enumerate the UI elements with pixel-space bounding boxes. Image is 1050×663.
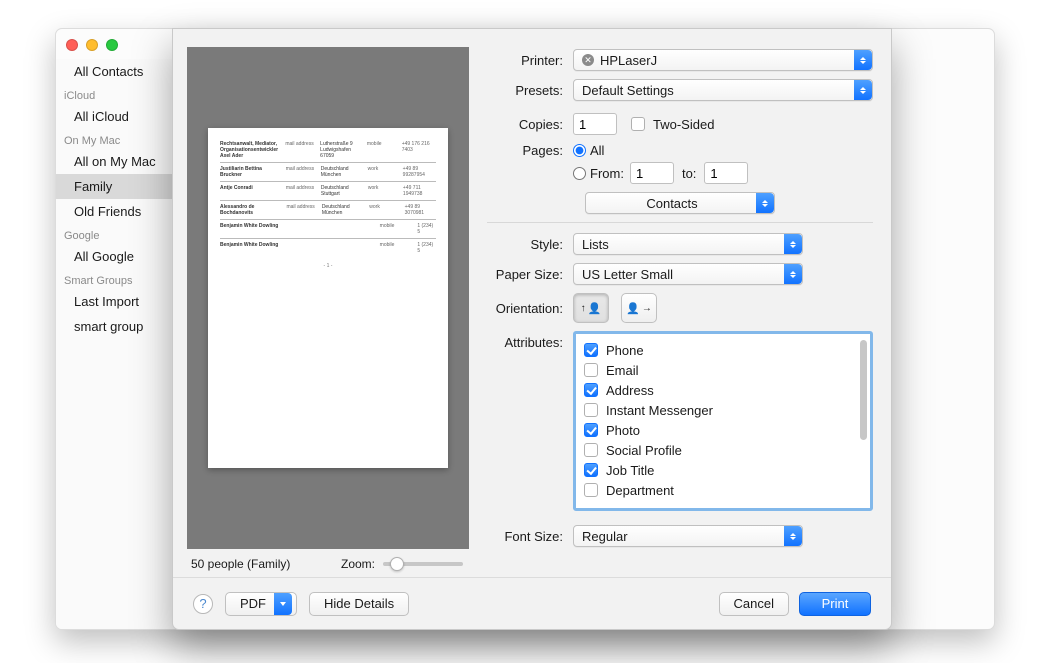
printer-label: Printer: xyxy=(487,53,573,68)
pdf-menu-button[interactable]: PDF xyxy=(225,592,297,616)
sidebar-item-all-contacts[interactable]: All Contacts xyxy=(56,59,180,84)
preview-entry: Benjamin White Dowlingmobile1 (234) 5 xyxy=(220,219,436,238)
attribute-label: Address xyxy=(606,383,654,398)
two-sided-label: Two-Sided xyxy=(653,117,714,132)
sidebar-item[interactable]: smart group xyxy=(56,314,180,339)
preview-entry: Justiliarin Bettina Brucknermail address… xyxy=(220,162,436,181)
attribute-checkbox[interactable] xyxy=(584,463,598,477)
sidebar-group-header: Google xyxy=(56,224,180,244)
zoom-window-button[interactable] xyxy=(106,39,118,51)
paper-size-value: US Letter Small xyxy=(582,267,673,282)
pages-from-input[interactable] xyxy=(630,162,674,184)
print-button[interactable]: Print xyxy=(799,592,871,616)
attribute-item[interactable]: Email xyxy=(582,360,864,380)
minimize-window-button[interactable] xyxy=(86,39,98,51)
orientation-landscape-button[interactable]: 👤→ xyxy=(621,293,657,323)
attribute-label: Email xyxy=(606,363,639,378)
attribute-item[interactable]: Department xyxy=(582,480,864,500)
attributes-list[interactable]: Phone Email Address Instant Messenger Photo S… xyxy=(573,331,873,511)
print-preview-area: Rechtsanwalt, Mediator, Organisationsent… xyxy=(187,47,469,549)
attribute-checkbox[interactable] xyxy=(584,343,598,357)
sidebar-item[interactable]: Family xyxy=(56,174,180,199)
style-select[interactable]: Lists xyxy=(573,233,803,255)
attribute-item[interactable]: Phone xyxy=(582,340,864,360)
sidebar-group-header: On My Mac xyxy=(56,129,180,149)
attribute-item[interactable]: Job Title xyxy=(582,460,864,480)
attribute-label: Photo xyxy=(606,423,640,438)
attribute-label: Instant Messenger xyxy=(606,403,713,418)
preview-entry: Alessandro de Bochdanovitsmail addressDe… xyxy=(220,200,436,219)
contacts-sidebar: All Contacts iCloudAll iCloudOn My MacAl… xyxy=(56,59,181,629)
attribute-checkbox[interactable] xyxy=(584,383,598,397)
sidebar-group-header: Smart Groups xyxy=(56,269,180,289)
style-label: Style: xyxy=(487,237,573,252)
attribute-item[interactable]: Social Profile xyxy=(582,440,864,460)
attribute-checkbox[interactable] xyxy=(584,483,598,497)
zoom-slider[interactable] xyxy=(383,562,463,566)
attribute-item[interactable]: Photo xyxy=(582,420,864,440)
preview-count-label: 50 people (Family) xyxy=(191,557,290,571)
pages-range-radio[interactable] xyxy=(573,167,586,180)
pages-all-radio[interactable] xyxy=(573,144,586,157)
app-options-value: Contacts xyxy=(646,196,697,211)
presets-select[interactable]: Default Settings xyxy=(573,79,873,101)
dialog-bottom-bar: ? PDF Hide Details Cancel Print xyxy=(173,577,891,629)
copies-label: Copies: xyxy=(487,117,573,132)
attribute-label: Phone xyxy=(606,343,644,358)
copies-input[interactable] xyxy=(573,113,617,135)
pages-to-label: to: xyxy=(682,166,696,181)
orientation-label: Orientation: xyxy=(487,301,573,316)
hide-details-button[interactable]: Hide Details xyxy=(309,592,409,616)
preview-entry: Rechtsanwalt, Mediator, Organisationsent… xyxy=(220,138,436,162)
pdf-label: PDF xyxy=(240,596,266,611)
sidebar-item[interactable]: Old Friends xyxy=(56,199,180,224)
pages-label: Pages: xyxy=(487,143,573,158)
pages-all-label: All xyxy=(590,143,604,158)
pages-to-input[interactable] xyxy=(704,162,748,184)
attribute-label: Social Profile xyxy=(606,443,682,458)
preview-entry: Benjamin White Dowlingmobile1 (234) 5 xyxy=(220,238,436,257)
attribute-checkbox[interactable] xyxy=(584,443,598,457)
help-button[interactable]: ? xyxy=(193,594,213,614)
paper-size-select[interactable]: US Letter Small xyxy=(573,263,803,285)
font-size-select[interactable]: Regular xyxy=(573,525,803,547)
preview-page: Rechtsanwalt, Mediator, Organisationsent… xyxy=(208,128,448,468)
font-size-value: Regular xyxy=(582,529,628,544)
zoom-label: Zoom: xyxy=(341,557,375,571)
print-dialog: Rechtsanwalt, Mediator, Organisationsent… xyxy=(172,28,892,630)
print-settings: Printer: ✕ HPLaserJ Presets: Default Set… xyxy=(487,49,873,555)
close-window-button[interactable] xyxy=(66,39,78,51)
attribute-item[interactable]: Address xyxy=(582,380,864,400)
app-options-select[interactable]: Contacts xyxy=(585,192,775,214)
presets-label: Presets: xyxy=(487,83,573,98)
style-value: Lists xyxy=(582,237,609,252)
attribute-item[interactable]: Instant Messenger xyxy=(582,400,864,420)
window-traffic-lights xyxy=(66,39,118,51)
preview-entry: Antje Conradimail addressDeutschland Stu… xyxy=(220,181,436,200)
presets-value: Default Settings xyxy=(582,83,674,98)
two-sided-checkbox[interactable] xyxy=(631,117,645,131)
attributes-scrollbar[interactable] xyxy=(860,340,867,440)
sidebar-item[interactable]: All Google xyxy=(56,244,180,269)
attribute-checkbox[interactable] xyxy=(584,403,598,417)
sidebar-item[interactable]: All iCloud xyxy=(56,104,180,129)
sidebar-item[interactable]: Last Import xyxy=(56,289,180,314)
pages-from-label: From: xyxy=(590,166,624,181)
attribute-checkbox[interactable] xyxy=(584,423,598,437)
clear-printer-icon[interactable]: ✕ xyxy=(582,54,594,66)
cancel-button[interactable]: Cancel xyxy=(719,592,789,616)
attribute-label: Department xyxy=(606,483,674,498)
print-preview-column: Rechtsanwalt, Mediator, Organisationsent… xyxy=(187,47,469,579)
printer-select[interactable]: ✕ HPLaserJ xyxy=(573,49,873,71)
attributes-label: Attributes: xyxy=(487,331,573,350)
paper-size-label: Paper Size: xyxy=(487,267,573,282)
font-size-label: Font Size: xyxy=(487,529,573,544)
printer-value: HPLaserJ xyxy=(600,53,657,68)
attribute-checkbox[interactable] xyxy=(584,363,598,377)
orientation-portrait-button[interactable]: ↑👤 xyxy=(573,293,609,323)
sidebar-group-header: iCloud xyxy=(56,84,180,104)
attribute-label: Job Title xyxy=(606,463,654,478)
sidebar-item[interactable]: All on My Mac xyxy=(56,149,180,174)
